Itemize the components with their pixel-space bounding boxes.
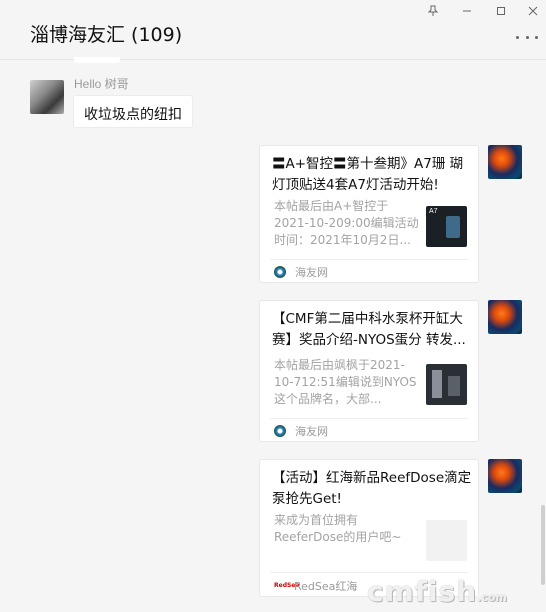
watermark-suffix: .com [477, 591, 507, 604]
redsea-logo: RedSea [274, 582, 300, 589]
close-icon[interactable] [522, 2, 544, 20]
card-source: RedSea RedSea红海 [274, 578, 357, 594]
card-title: 〓A+智控〓第十叁期》A7珊 瑚灯顶贴送4套A7灯活动开始! [272, 156, 464, 193]
maximize-icon[interactable] [490, 2, 512, 20]
scrollbar-thumb[interactable] [541, 505, 545, 585]
source-logo-icon [274, 266, 286, 278]
card-description: 本帖最后由飒枫于2021-10-712:51编辑说到NYOS这个品牌名，大部..… [274, 358, 417, 406]
more-icon[interactable] [516, 30, 538, 44]
card-divider [270, 259, 468, 260]
watermark: cmfish.com [367, 575, 507, 608]
watermark-main: cmfish [367, 575, 478, 608]
card-thumbnail [426, 520, 467, 561]
card-divider [270, 572, 468, 573]
source-logo-icon [274, 425, 286, 437]
source-name: 海友网 [295, 425, 328, 438]
source-name: RedSea红海 [294, 580, 358, 593]
card-description: 来成为首位拥有ReeferDose的用户吧~ [274, 513, 402, 544]
card-title: 【CMF第二届中科水泵杯开缸大赛】奖品介绍-NYOS蛋分 转发... [272, 311, 466, 348]
card-source: 海友网 [274, 423, 328, 439]
sender-avatar[interactable] [30, 80, 64, 114]
sender-name: Hello 树哥 [74, 77, 129, 91]
own-avatar[interactable] [488, 459, 522, 493]
card-divider [270, 418, 468, 419]
pin-icon[interactable] [422, 2, 444, 20]
card-thumbnail: A7 [426, 206, 467, 247]
link-card[interactable]: 〓A+智控〓第十叁期》A7珊 瑚灯顶贴送4套A7灯活动开始! 本帖最后由A+智控… [259, 145, 479, 283]
message-bubble[interactable]: 收垃圾点的纽扣 [73, 95, 193, 128]
card-thumbnail [426, 364, 467, 405]
chat-title: 淄博海友汇 (109) [30, 24, 183, 46]
source-name: 海友网 [295, 266, 328, 279]
card-source: 海友网 [274, 264, 328, 280]
title-bar: 淄博海友汇 (109) [0, 0, 546, 60]
previous-message-fragment [74, 57, 120, 63]
card-description: 本帖最后由A+智控于2021-10-209:00编辑活动时间：2021年10月2… [274, 199, 419, 247]
own-avatar[interactable] [488, 300, 522, 334]
own-avatar[interactable] [488, 145, 522, 179]
thumbnail-label: A7 [429, 208, 438, 215]
card-title: 【活动】红海新品ReefDose滴定泵抢先Get! [272, 470, 472, 507]
minimize-icon[interactable] [456, 2, 478, 20]
link-card[interactable]: 【CMF第二届中科水泵杯开缸大赛】奖品介绍-NYOS蛋分 转发... 本帖最后由… [259, 300, 479, 442]
